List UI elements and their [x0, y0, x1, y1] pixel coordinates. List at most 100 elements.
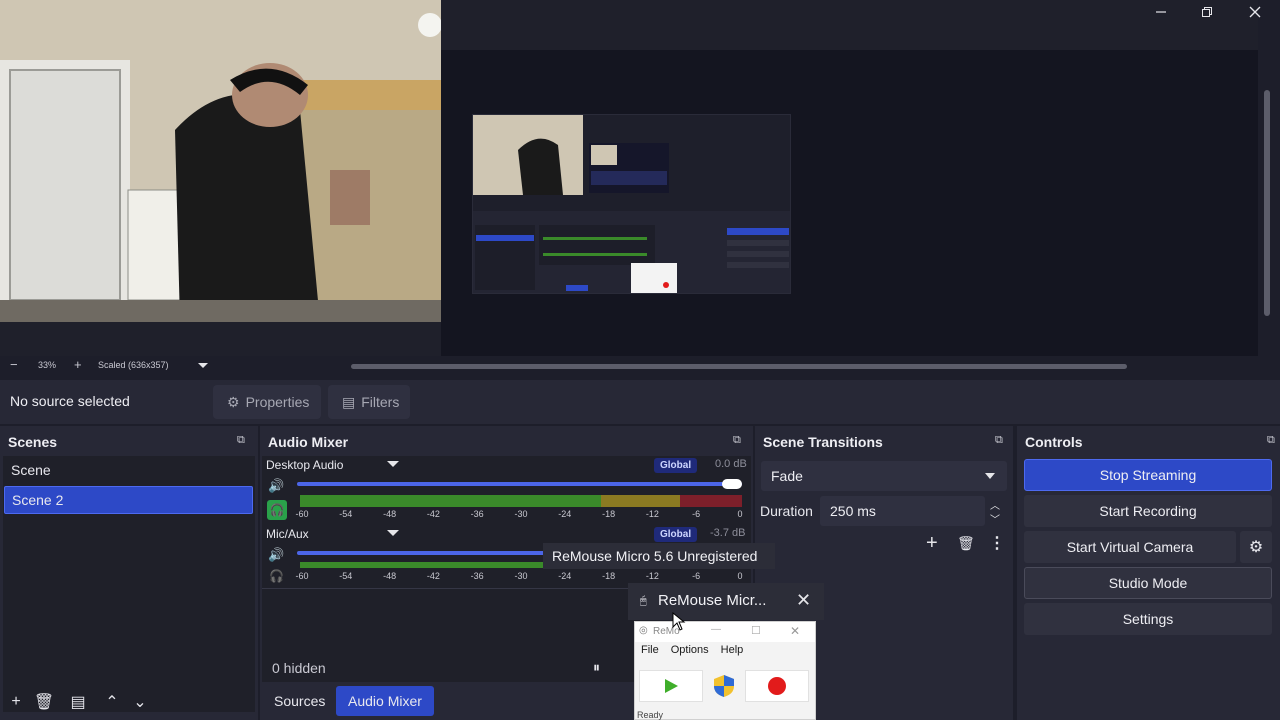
zoom-in-icon[interactable]: + — [74, 357, 82, 372]
zoom-level: 33% — [38, 360, 57, 370]
scene-item-selected[interactable]: Scene 2 — [4, 486, 253, 514]
close-icon[interactable] — [1232, 0, 1278, 24]
volume-slider-knob[interactable] — [722, 479, 742, 489]
webcam-image — [0, 0, 441, 322]
move-down-icon[interactable]: ⌄ — [126, 690, 154, 714]
meter-tick-label: -24 — [558, 571, 572, 581]
remouse-thumb-title: ReMouse Micr... — [658, 592, 767, 609]
audio-mixer-title: Audio Mixer — [268, 434, 349, 450]
pause-icon[interactable]: ⏸ — [593, 659, 600, 676]
shield-button[interactable] — [707, 670, 741, 702]
menu-options[interactable]: Options — [671, 644, 709, 656]
meter-tick-label: -6 — [692, 571, 701, 581]
play-icon — [665, 679, 678, 693]
chevron-up-icon[interactable]: ︿ — [990, 497, 1000, 512]
scene-item[interactable]: Scene — [4, 456, 253, 484]
meter-ticks: -60 -54 -48 -42 -36 -30 -24 -18 -12 -6 0 — [295, 509, 743, 521]
add-icon[interactable]: + — [926, 532, 938, 555]
scenes-title: Scenes — [8, 434, 58, 450]
meter-tick-label: -12 — [645, 509, 659, 519]
maximize-icon[interactable]: ☐ — [751, 624, 761, 637]
remouse-tooltip: ReMouse Micro 5.6 Unregistered — [543, 543, 775, 569]
record-button[interactable] — [745, 670, 809, 702]
move-up-icon[interactable]: ⌃ — [98, 690, 126, 714]
meter-tick-label: -24 — [558, 509, 572, 519]
remouse-menubar: File Options Help — [641, 644, 743, 656]
remouse-title-icon: ◎ — [639, 625, 648, 636]
scene-filters-icon[interactable]: ▤ — [64, 690, 92, 714]
close-icon[interactable]: ✕ — [790, 624, 800, 638]
properties-button[interactable]: ⚙ Properties — [213, 385, 321, 419]
audio-meter — [300, 562, 543, 568]
tab-sources[interactable]: Sources — [262, 686, 337, 716]
menu-help[interactable]: Help — [721, 644, 744, 656]
trash-icon[interactable]: 🗑 — [957, 535, 975, 552]
preview-horizontal-scrollbar[interactable] — [351, 364, 1127, 369]
controls-title: Controls — [1025, 434, 1083, 450]
studio-mode-button[interactable]: Studio Mode — [1024, 567, 1272, 599]
record-icon — [768, 677, 786, 695]
duration-label: Duration — [760, 503, 813, 519]
settings-button[interactable]: Settings — [1024, 603, 1272, 635]
channel-name: Desktop Audio — [266, 458, 344, 472]
volume-slider[interactable] — [297, 482, 742, 486]
transition-select[interactable]: Fade — [761, 461, 1007, 491]
meter-tick-label: -48 — [383, 571, 397, 581]
undock-icon[interactable]: ⧉ — [237, 434, 251, 448]
tab-audio-mixer[interactable]: Audio Mixer — [336, 686, 434, 716]
menu-file[interactable]: File — [641, 644, 659, 656]
gear-icon[interactable]: ⚙ — [1240, 531, 1272, 563]
remouse-taskbar-preview[interactable]: 🖱 ReMouse Micr... ✕ — [628, 583, 824, 620]
webcam-source-preview[interactable] — [0, 0, 441, 322]
stop-streaming-button[interactable]: Stop Streaming — [1024, 459, 1272, 491]
undock-icon[interactable]: ⧉ — [1267, 434, 1280, 448]
gear-icon: ⚙ — [227, 393, 240, 410]
meter-tick-label: -42 — [426, 571, 440, 581]
chevron-down-icon[interactable]: ﹀ — [990, 511, 1000, 526]
meter-tick-label: -30 — [514, 509, 528, 519]
meter-tick-label: -42 — [426, 509, 440, 519]
scenes-toolbar: + 🗑 ▤ ⌃ ⌄ — [2, 690, 154, 714]
start-virtual-camera-button[interactable]: Start Virtual Camera — [1024, 531, 1236, 563]
volume-slider[interactable] — [297, 551, 545, 555]
restore-icon[interactable] — [1184, 0, 1230, 24]
play-button[interactable] — [639, 670, 703, 702]
no-source-label: No source selected — [10, 393, 130, 409]
undock-icon[interactable]: ⧉ — [733, 434, 747, 448]
remouse-window: ◎ ReMo — ☐ ✕ File Options Help Ready — [634, 621, 816, 720]
chevron-down-icon[interactable] — [387, 461, 399, 467]
zoom-out-icon[interactable]: − — [10, 357, 18, 372]
start-recording-button[interactable]: Start Recording — [1024, 495, 1272, 527]
minimize-icon[interactable]: — — [711, 624, 721, 635]
meter-tick-label: -60 — [295, 509, 309, 519]
meter-tick-label: -54 — [339, 509, 353, 519]
speaker-icon[interactable]: 🔊 — [268, 478, 284, 494]
preview-vertical-scrollbar[interactable] — [1262, 50, 1272, 356]
more-options-icon[interactable]: ⋮ — [989, 533, 1005, 553]
speaker-icon[interactable]: 🔊 — [268, 547, 284, 563]
meter-tick-label: -18 — [602, 509, 616, 519]
meter-tick-label: 0 — [737, 571, 743, 581]
headphones-off-icon[interactable]: 🎧 — [269, 569, 284, 583]
remouse-app-icon: 🖱 — [640, 595, 647, 607]
chevron-down-icon[interactable] — [387, 530, 399, 536]
channel-name: Mic/Aux — [266, 527, 309, 541]
undock-icon[interactable]: ⧉ — [995, 434, 1009, 448]
hidden-count: 0 hidden — [272, 660, 326, 676]
properties-label: Properties — [245, 394, 310, 410]
chevron-down-icon[interactable] — [198, 363, 208, 368]
headphones-icon[interactable]: 🎧 — [267, 500, 287, 520]
meter-tick-label: -54 — [339, 571, 353, 581]
scene-item-label: Scene 2 — [12, 492, 64, 508]
minimize-icon[interactable] — [1138, 0, 1184, 24]
remouse-status: Ready — [637, 710, 664, 720]
duration-input[interactable]: 250 ms — [820, 496, 985, 526]
add-icon[interactable]: + — [2, 690, 30, 714]
close-icon[interactable]: ✕ — [796, 590, 811, 611]
audio-meter — [300, 495, 742, 507]
trash-icon[interactable]: 🗑 — [30, 690, 58, 714]
scale-mode-label[interactable]: Scaled (636x357) — [98, 360, 169, 370]
meter-tick-label: 0 — [737, 509, 743, 519]
filters-button[interactable]: ▤ Filters — [328, 385, 410, 419]
meter-tick-label: -18 — [602, 571, 616, 581]
